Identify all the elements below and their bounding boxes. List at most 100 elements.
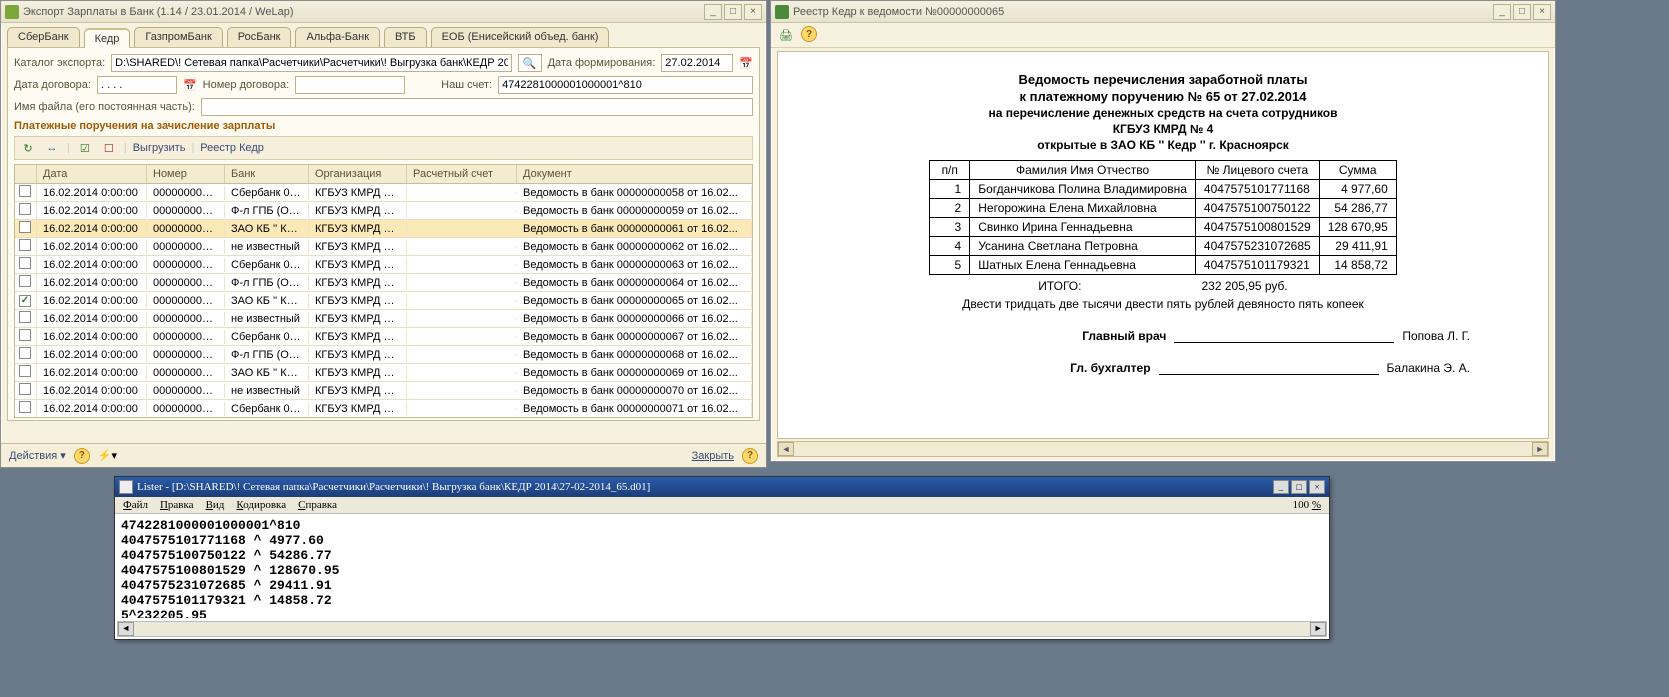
cell-doc: Ведомость в банк 00000000070 от 16.02...: [517, 384, 752, 398]
h-scrollbar[interactable]: ◄ ►: [777, 441, 1549, 457]
row-checkbox[interactable]: [19, 295, 31, 307]
date-picker-icon[interactable]: 📅: [739, 57, 753, 70]
actions-menu[interactable]: Действия ▾: [9, 449, 66, 462]
cell-num: 00000000070: [147, 384, 225, 398]
tab-Альфа-Банк[interactable]: Альфа-Банк: [295, 27, 380, 47]
row-checkbox[interactable]: [19, 275, 31, 287]
row-checkbox[interactable]: [19, 203, 31, 215]
table-row[interactable]: 16.02.2014 0:00:0000000000058Сбербанк 01…: [15, 184, 752, 202]
table-row[interactable]: 16.02.2014 0:00:0000000000066не известны…: [15, 310, 752, 328]
check-all-icon[interactable]: ☑: [76, 139, 94, 157]
catalog-input[interactable]: [111, 54, 511, 72]
cell-bank: Сбербанк 0161: [225, 402, 309, 416]
menu-Вид[interactable]: Вид: [206, 499, 225, 511]
wand-icon[interactable]: ⚡▾: [98, 449, 117, 462]
table-row[interactable]: 16.02.2014 0:00:0000000000061ЗАО КБ '' К…: [15, 220, 752, 238]
col-doc[interactable]: Документ: [517, 165, 752, 183]
col-check[interactable]: [15, 165, 37, 183]
table-row[interactable]: 16.02.2014 0:00:0000000000069ЗАО КБ '' К…: [15, 364, 752, 382]
row-checkbox[interactable]: [19, 329, 31, 341]
table-row[interactable]: 16.02.2014 0:00:0000000000065ЗАО КБ '' К…: [15, 292, 752, 310]
date-picker-icon-2[interactable]: 📅: [183, 79, 197, 92]
col-org[interactable]: Организация: [309, 165, 407, 183]
reg-col: п/п: [930, 161, 970, 180]
tab-РосБанк[interactable]: РосБанк: [227, 27, 292, 47]
maximize-button[interactable]: □: [1513, 4, 1531, 20]
cell-fio: Шатных Елена Геннадьевна: [970, 256, 1196, 275]
lister-titlebar[interactable]: Lister - [D:\SHARED\! Сетевая папка\Расч…: [115, 477, 1329, 497]
table-row[interactable]: 16.02.2014 0:00:0000000000063Сбербанк 01…: [15, 256, 752, 274]
tab-ЕОБ (Енисейский объед. банк)[interactable]: ЕОБ (Енисейский объед. банк): [431, 27, 610, 47]
cell-doc: Ведомость в банк 00000000064 от 16.02...: [517, 276, 752, 290]
menu-Кодировка[interactable]: Кодировка: [236, 499, 286, 511]
table-row[interactable]: 16.02.2014 0:00:0000000000067Сбербанк 01…: [15, 328, 752, 346]
lister-body[interactable]: 4742281000001000001^810 4047575101771168…: [115, 514, 1329, 618]
cell-acc: [407, 354, 517, 356]
scroll-left-icon[interactable]: ◄: [118, 622, 134, 636]
scroll-left-icon[interactable]: ◄: [778, 442, 794, 456]
contract-date-input[interactable]: [97, 76, 177, 94]
tab-ГазпромБанк[interactable]: ГазпромБанк: [134, 27, 222, 47]
row-checkbox[interactable]: [19, 239, 31, 251]
export-titlebar[interactable]: Экспорт Зарплаты в Банк (1.14 / 23.01.20…: [1, 1, 766, 23]
table-row[interactable]: 16.02.2014 0:00:0000000000071Сбербанк 01…: [15, 400, 752, 417]
registry-titlebar[interactable]: Реестр Кедр к ведомости №00000000065 _ □…: [771, 1, 1555, 23]
menu-Правка[interactable]: Правка: [160, 499, 194, 511]
col-date[interactable]: Дата: [37, 165, 147, 183]
menu-Справка[interactable]: Справка: [298, 499, 337, 511]
row-checkbox[interactable]: [19, 311, 31, 323]
registry-document[interactable]: Ведомость перечисления заработной платы …: [777, 51, 1549, 439]
close-link[interactable]: Закрыть: [692, 450, 734, 462]
table-row[interactable]: 16.02.2014 0:00:0000000000068Ф-л ГПБ (ОА…: [15, 346, 752, 364]
row-checkbox[interactable]: [19, 347, 31, 359]
filename-input[interactable]: [201, 98, 753, 116]
table-row[interactable]: 16.02.2014 0:00:0000000000064Ф-л ГПБ (ОА…: [15, 274, 752, 292]
tab-Кедр[interactable]: Кедр: [84, 28, 131, 48]
cell-num: 00000000067: [147, 330, 225, 344]
close-button[interactable]: ×: [1309, 480, 1325, 494]
registry-button[interactable]: Реестр Кедр: [200, 142, 264, 154]
close-button[interactable]: ×: [744, 4, 762, 20]
row-checkbox[interactable]: [19, 257, 31, 269]
table-row[interactable]: 16.02.2014 0:00:0000000000070не известны…: [15, 382, 752, 400]
grid-body[interactable]: 16.02.2014 0:00:0000000000058Сбербанк 01…: [15, 184, 752, 417]
doc-heading-5: открытые в ЗАО КБ '' Кедр '' г. Краснояр…: [796, 138, 1530, 152]
col-num[interactable]: Номер: [147, 165, 225, 183]
help-icon[interactable]: ?: [801, 26, 817, 42]
contract-num-input[interactable]: [295, 76, 405, 94]
row-checkbox[interactable]: [19, 383, 31, 395]
uncheck-all-icon[interactable]: ☐: [100, 139, 118, 157]
minimize-button[interactable]: _: [1493, 4, 1511, 20]
tab-ВТБ[interactable]: ВТБ: [384, 27, 427, 47]
table-row[interactable]: 16.02.2014 0:00:0000000000062не известны…: [15, 238, 752, 256]
row-checkbox[interactable]: [19, 185, 31, 197]
lister-menu: ФайлПравкаВидКодировкаСправка100 %: [115, 497, 1329, 514]
help-icon-2[interactable]: ?: [742, 448, 758, 464]
export-button[interactable]: Выгрузить: [133, 142, 186, 154]
our-account-input[interactable]: [498, 76, 753, 94]
tab-СберБанк[interactable]: СберБанк: [7, 27, 80, 47]
close-button[interactable]: ×: [1533, 4, 1551, 20]
scroll-right-icon[interactable]: ►: [1310, 622, 1326, 636]
dateform-input[interactable]: [661, 54, 733, 72]
minimize-button[interactable]: _: [704, 4, 722, 20]
table-row[interactable]: 16.02.2014 0:00:0000000000059Ф-л ГПБ (ОА…: [15, 202, 752, 220]
cell-bank: Ф-л ГПБ (ОАО...: [225, 276, 309, 290]
maximize-button[interactable]: □: [724, 4, 742, 20]
print-icon[interactable]: 🖨: [777, 26, 795, 44]
menu-Файл[interactable]: Файл: [123, 499, 148, 511]
maximize-button[interactable]: □: [1291, 480, 1307, 494]
row-checkbox[interactable]: [19, 401, 31, 413]
row-checkbox[interactable]: [19, 365, 31, 377]
scroll-right-icon[interactable]: ►: [1532, 442, 1548, 456]
lister-hscroll[interactable]: ◄ ►: [117, 621, 1327, 637]
swap-icon[interactable]: ↔: [43, 139, 61, 157]
col-acc[interactable]: Расчетный счет: [407, 165, 517, 183]
cell-doc: Ведомость в банк 00000000063 от 16.02...: [517, 258, 752, 272]
catalog-browse-button[interactable]: 🔍: [518, 54, 542, 72]
minimize-button[interactable]: _: [1273, 480, 1289, 494]
col-bank[interactable]: Банк: [225, 165, 309, 183]
help-icon[interactable]: ?: [74, 448, 90, 464]
row-checkbox[interactable]: [19, 221, 31, 233]
refresh-icon[interactable]: ↻: [19, 139, 37, 157]
